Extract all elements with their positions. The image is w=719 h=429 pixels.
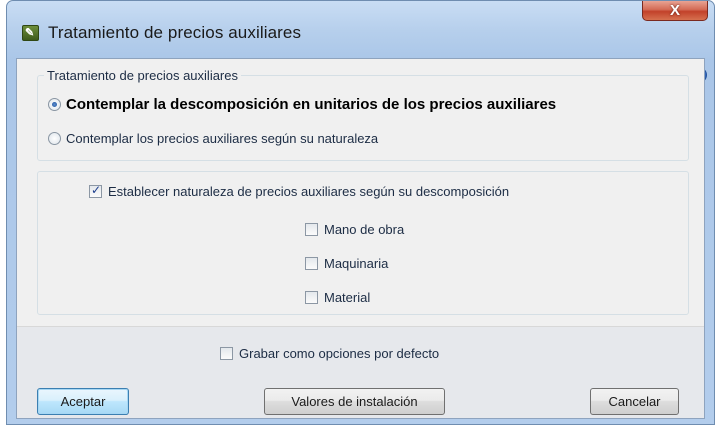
app-icon: ✎: [22, 25, 39, 41]
treatment-groupbox: [37, 75, 689, 161]
checkbox[interactable]: [305, 257, 318, 270]
checkbox-label: Maquinaria: [324, 256, 389, 271]
checkbox-grabar-por-defecto[interactable]: Grabar como opciones por defecto: [220, 346, 439, 361]
close-button[interactable]: X: [642, 1, 708, 21]
radio-option-naturaleza[interactable]: Contemplar los precios auxiliares según …: [48, 131, 378, 146]
dialog-window: ✎ Tratamiento de precios auxiliares X ? …: [6, 0, 715, 425]
treatment-group-label: Tratamiento de precios auxiliares: [44, 68, 241, 83]
checkbox-material[interactable]: Material: [305, 290, 370, 305]
checkbox[interactable]: [305, 291, 318, 304]
checkbox-label: Grabar como opciones por defecto: [239, 346, 440, 361]
close-icon: X: [669, 2, 680, 19]
checkbox-label: Mano de obra: [324, 222, 405, 237]
checkbox[interactable]: [305, 223, 318, 236]
checkbox-mano-de-obra[interactable]: Mano de obra: [305, 222, 404, 237]
window-title: Tratamiento de precios auxiliares: [48, 23, 302, 42]
radio-button-selected[interactable]: [48, 98, 61, 111]
cancel-button-label: Cancelar: [608, 394, 661, 409]
checkbox-establecer-naturaleza[interactable]: Establecer naturaleza de precios auxilia…: [89, 183, 510, 199]
checkbox-checked[interactable]: [89, 183, 102, 198]
radio-label: Contemplar la descomposición en unitario…: [66, 96, 557, 113]
checkbox-label: Material: [324, 290, 371, 305]
radio-option-descomposicion[interactable]: Contemplar la descomposición en unitario…: [48, 96, 556, 113]
cancel-button[interactable]: Cancelar: [590, 388, 679, 415]
accept-button-label: Aceptar: [60, 394, 106, 409]
install-defaults-button[interactable]: Valores de instalación: [264, 388, 445, 415]
title-bar[interactable]: ✎ Tratamiento de precios auxiliares X: [7, 1, 714, 58]
install-defaults-button-label: Valores de instalación: [291, 394, 418, 409]
radio-label: Contemplar los precios auxiliares según …: [66, 131, 379, 146]
footer-divider: [17, 326, 704, 327]
accept-button[interactable]: Aceptar: [37, 388, 129, 415]
checkbox[interactable]: [220, 347, 233, 360]
radio-button[interactable]: [48, 132, 61, 145]
checkbox-label: Establecer naturaleza de precios auxilia…: [108, 184, 510, 199]
checkbox-maquinaria[interactable]: Maquinaria: [305, 256, 388, 271]
dialog-client-area: Tratamiento de precios auxiliares Contem…: [16, 58, 705, 419]
